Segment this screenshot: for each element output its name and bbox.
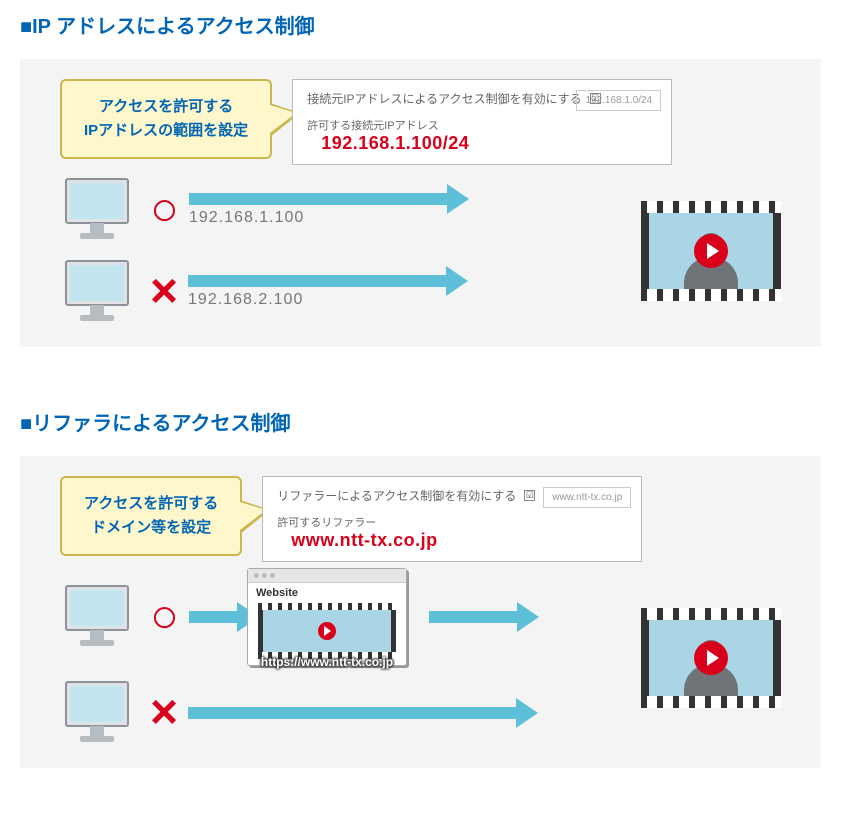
window-dot-icon [270,573,275,578]
enable-label: リファラーによるアクセス制御を有効にする [277,487,516,504]
callout-wrap: アクセスを許可する IPアドレスの範囲を設定 [60,79,272,159]
config-value-referrer: www.ntt-tx.co.jp [291,530,627,551]
arrow-icon [189,611,239,623]
mark-ng: × [150,268,178,316]
callout-line: アクセスを許可する [84,492,218,516]
play-icon [318,622,336,640]
callout-line: アクセスを許可する [84,95,248,119]
flow-container: ○ Website [60,568,781,748]
website-label: Website [248,583,406,601]
ip-allowed: 192.168.1.100 [189,209,304,227]
rows-col: ○ Website [60,568,601,748]
section-title: ■リファラによるアクセス制御 [0,397,841,446]
arrow-icon [188,275,448,287]
config-mini-value: www.ntt-tx.co.jp [543,487,631,508]
row-denied: × 192.168.2.100 [60,257,601,327]
window-dot-icon [262,573,267,578]
mark-ok: ○ [150,186,179,234]
config-box-referrer: リファラーによるアクセス制御を有効にする ☑ www.ntt-tx.co.jp … [262,476,642,562]
callout-line: ドメイン等を設定 [84,516,218,540]
video-film-icon [641,608,781,708]
window-dot-icon [254,573,259,578]
monitor-icon [60,175,140,245]
mark-ok: ○ [150,593,179,641]
row-allowed: ○ 192.168.1.100 [60,175,601,245]
film-inner [649,213,773,289]
arrow-icon [189,193,449,205]
allow-label: 許可するリファラー [277,514,627,530]
arrow-icon [429,611,519,623]
diagram-panel-ip: アクセスを許可する IPアドレスの範囲を設定 接続元IPアドレスによるアクセス制… [20,59,821,347]
flow-container: ○ 192.168.1.100 × [60,175,781,327]
diagram-panel-referrer: アクセスを許可する ドメイン等を設定 リファラーによるアクセス制御を有効にする … [20,456,821,768]
play-icon [694,641,728,675]
monitor-icon [60,257,140,327]
website-film-icon [258,603,396,659]
arrow-col: 192.168.1.100 [189,193,601,227]
film-strip [641,201,781,301]
config-mini-value: 192.168.1.0/24 [576,90,661,111]
allow-label: 許可する接続元IPアドレス [307,117,657,133]
mark-ng: × [150,689,178,737]
website-title-bar [248,569,406,583]
config-value-ip: 192.168.1.100/24 [321,133,657,154]
film-strip [641,608,781,708]
top-row: アクセスを許可する ドメイン等を設定 リファラーによるアクセス制御を有効にする … [60,476,781,562]
website-window: Website https://www.ntt-tx.co.jp [247,568,407,666]
enable-label: 接続元IPアドレスによるアクセス制御を有効にする [307,90,582,107]
monitor-icon [60,678,140,748]
section-referrer-access: ■リファラによるアクセス制御 アクセスを許可する ドメイン等を設定 リファラーに… [0,397,841,818]
film-inner [263,610,391,652]
monitor-icon [60,582,140,652]
arrow-icon [188,707,518,719]
section-ip-access: ■IP アドレスによるアクセス制御 アクセスを許可する IPアドレスの範囲を設定… [0,0,841,397]
section-title: ■IP アドレスによるアクセス制御 [0,0,841,49]
top-row: アクセスを許可する IPアドレスの範囲を設定 接続元IPアドレスによるアクセス制… [60,79,781,165]
video-film-icon [641,201,781,301]
checkbox-icon: ☑ [524,490,535,501]
row-allowed: ○ Website [60,568,601,666]
arrow-col: 192.168.2.100 [188,275,601,309]
film-inner [649,620,773,696]
ip-denied: 192.168.2.100 [188,291,303,309]
rows-col: ○ 192.168.1.100 × [60,175,601,327]
row-denied: × [60,678,601,748]
callout-referrer: アクセスを許可する ドメイン等を設定 [60,476,242,556]
config-box-ip: 接続元IPアドレスによるアクセス制御を有効にする ☑ 192.168.1.0/2… [292,79,672,165]
callout-wrap: アクセスを許可する ドメイン等を設定 [60,476,242,556]
play-icon [694,234,728,268]
callout-line: IPアドレスの範囲を設定 [84,119,248,143]
callout-ip-range: アクセスを許可する IPアドレスの範囲を設定 [60,79,272,159]
website-url: https://www.ntt-tx.co.jp [261,655,393,669]
